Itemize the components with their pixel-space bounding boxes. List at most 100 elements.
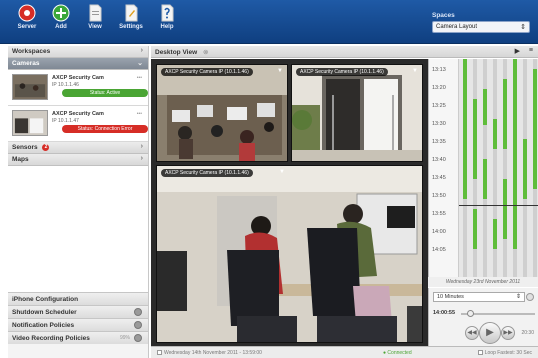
sensors-count-badge: 2 [42,144,50,151]
server-button[interactable]: Server [12,4,42,40]
camera-feed[interactable]: AXCP Security Camera IP (10.1.1.46) ▼ [291,64,423,162]
plus-icon [52,4,70,22]
spaces-group: Spaces Camera Layout ⇕ [432,12,532,33]
camera-grid: AXCP Security Camera IP (10.1.1.46) ▼ AX… [151,59,428,346]
status-left: Wednesday 14th November 2011 - 13:59:00 [157,350,262,356]
recording-segment [493,219,497,249]
camera-name: AXCP Security Cam [52,75,104,81]
add-button[interactable]: Add [46,4,76,40]
notification-policies-item[interactable]: Notification Policies [8,318,148,331]
video-recording-policies-item[interactable]: Video Recording Policies 99% [8,331,148,344]
dropdown-arrow-icon[interactable]: ▼ [412,68,418,74]
recording-segment [493,119,497,149]
help-label: Help [160,24,174,30]
timeline-tick-label: 13:50 [432,193,446,199]
playback-readout: 20:30 [521,330,534,336]
checkbox[interactable] [477,350,483,356]
power-icon [18,4,36,22]
checkbox[interactable] [157,350,162,356]
status-badge: Status: Active [62,89,148,97]
settings-button[interactable]: Settings [116,4,146,40]
shutdown-scheduler-label: Shutdown Scheduler [12,309,77,316]
settings-doc-icon [125,4,138,22]
gear-icon[interactable] [134,321,142,329]
chevron-down-icon: ⌄ [137,60,143,67]
recording-segment [473,209,477,249]
recording-segment [513,59,517,249]
help-button[interactable]: Help [152,4,182,40]
recording-timeline[interactable]: 13:13 13:20 13:25 13:30 13:35 13:40 13:4… [428,59,538,277]
camera-list-item[interactable]: AXCP Security Cam IP 10.1.1.47 ••• Statu… [8,106,148,142]
speed-value: 10 Minutes [437,294,464,300]
timeline-tick-label: 13:30 [432,121,446,127]
clock-icon[interactable] [526,293,534,301]
recording-segment [463,59,467,199]
close-icon[interactable]: ⊗ [203,49,208,56]
sidebar-workspaces-header[interactable]: Workspaces › [8,46,148,58]
rewind-button[interactable]: ◀◀ [465,326,479,340]
iphone-configuration-item[interactable]: iPhone Configuration [8,292,148,305]
settings-label: Settings [119,24,143,30]
notification-policies-label: Notification Policies [12,322,75,329]
spaces-label: Spaces [432,12,455,19]
camera-ip: IP 10.1.1.47 [52,118,79,124]
server-label: Server [17,24,37,30]
playback-slider[interactable] [461,310,535,317]
tab-label: Desktop View [155,49,198,56]
cameras-label: Cameras [12,60,40,67]
document-icon [89,4,102,22]
tab-desktop-view[interactable]: Desktop View ⊗ [155,48,208,56]
timeline-tick-label: 13:13 [432,67,446,73]
desktop-view-tab-bar: Desktop View ⊗ [151,46,428,58]
more-icon[interactable]: ••• [137,111,142,117]
menu-icon[interactable]: ≡ [529,47,533,54]
camera-ip: IP 10.1.1.46 [52,82,79,88]
dropdown-arrow-icon[interactable]: ▼ [277,68,283,74]
status-connection: ● Connected [383,350,412,356]
camera-list-item[interactable]: AXCP Security Cam IP 10.1.1.46 ••• Statu… [8,70,148,106]
view-button[interactable]: View [80,4,110,40]
recording-segment [503,79,507,149]
camera-thumbnail [12,74,48,100]
recording-segment [533,69,537,189]
timeline-current-marker[interactable] [459,205,538,206]
gear-icon[interactable] [134,308,142,316]
timeline-tick-label: 13:20 [432,85,446,91]
camera-feed[interactable]: AXCP Security Camera IP (10.1.1.46) ▼ [156,165,423,343]
fast-forward-button[interactable]: ▶▶ [501,326,515,340]
dropdown-arrow-icon[interactable]: ▼ [279,169,285,175]
add-label: Add [55,24,67,30]
maps-label: Maps [12,156,29,163]
play-icon[interactable]: ▶ [515,47,520,55]
main-toolbar: Server Add View Settings Help Spaces Cam… [0,0,538,44]
recording-segment [503,179,507,239]
speed-select[interactable]: 10 Minutes ⇕ [433,292,525,302]
spaces-select[interactable]: Camera Layout ⇕ [432,21,530,33]
shutdown-scheduler-item[interactable]: Shutdown Scheduler [8,305,148,318]
camera-thumbnail [12,110,48,136]
sidebar-sensors-header[interactable]: Sensors 2 › [8,142,148,154]
chevron-updown-icon: ⇕ [515,294,521,300]
recording-segment [483,89,487,125]
camera-feed-image [157,166,422,342]
gear-icon[interactable] [134,334,142,342]
fast-forward-icon: ▶▶ [503,330,513,336]
rewind-icon: ◀◀ [467,330,477,336]
sensors-label: Sensors [12,144,38,151]
slider-knob[interactable] [467,310,474,317]
camera-feed[interactable]: AXCP Security Camera IP (10.1.1.46) ▼ [156,64,288,162]
spaces-value: Camera Layout [436,24,478,30]
recording-segment [483,159,487,199]
timeline-date: Wednesday 23rd November 2011 [428,277,538,287]
sidebar-cameras-header[interactable]: Cameras ⌄ [8,58,148,70]
play-icon: ▶ [486,327,494,338]
status-badge: Status: Connection Error [62,125,148,133]
video-recording-policies-label: Video Recording Policies [12,335,90,342]
timeline-tick-label: 13:55 [432,211,446,217]
sidebar-maps-header[interactable]: Maps › [8,154,148,166]
status-left-text: Wednesday 14th November 2011 - 13:59:00 [164,350,262,356]
timeline-header: ▶ ≡ [428,46,538,58]
play-button[interactable]: ▶ [479,322,501,344]
workspaces-label: Workspaces [12,48,51,55]
more-icon[interactable]: ••• [137,75,142,81]
